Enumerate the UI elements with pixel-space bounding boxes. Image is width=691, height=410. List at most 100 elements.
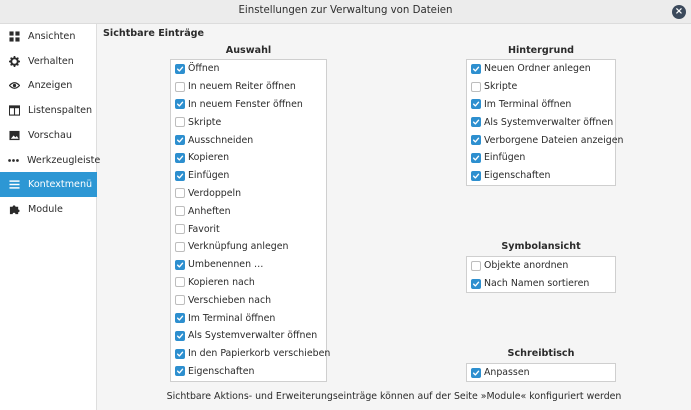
option-label: Nach Namen sortieren: [484, 278, 590, 290]
puzzle-icon: [8, 203, 20, 215]
sidebar-item-label: Listenspalten: [28, 105, 93, 117]
option-label: Anheften: [188, 205, 231, 217]
group-title-auswahl: Auswahl: [225, 45, 272, 56]
sidebar-item-verhalten[interactable]: Verhalten: [0, 49, 97, 74]
checkbox-unchecked[interactable]: [175, 117, 185, 128]
checkbox-checked[interactable]: [471, 63, 481, 74]
option-label: Skripte: [484, 81, 518, 93]
checkbox-unchecked[interactable]: [175, 277, 185, 288]
close-button[interactable]: ×: [672, 5, 686, 19]
group-title-schreibtisch: Schreibtisch: [507, 348, 575, 359]
checkbox-unchecked[interactable]: [175, 188, 185, 199]
option-symbolansicht-nach-namen-sortieren[interactable]: Nach Namen sortieren: [467, 275, 615, 293]
option-auswahl-umbenennen[interactable]: Umbenennen …: [171, 256, 326, 274]
option-auswahl-einfugen[interactable]: Einfügen: [171, 167, 326, 185]
checkbox-checked[interactable]: [471, 117, 481, 128]
checkbox-checked[interactable]: [471, 170, 481, 181]
checkbox-checked[interactable]: [175, 63, 185, 74]
sidebar-item-werkzeugleiste[interactable]: Werkzeugleiste: [0, 148, 101, 173]
checkbox-checked[interactable]: [175, 313, 185, 324]
checkbox-checked[interactable]: [471, 135, 481, 146]
option-schreibtisch-anpassen[interactable]: Anpassen: [467, 364, 615, 382]
checkbox-checked[interactable]: [175, 259, 185, 270]
option-auswahl-kopieren[interactable]: Kopieren: [171, 149, 326, 167]
sidebar-item-kontextmenu[interactable]: Kontextmenü: [0, 172, 97, 198]
option-auswahl-in-neuem-fenster-offnen[interactable]: In neuem Fenster öffnen: [171, 96, 326, 114]
option-auswahl-verschieben-nach[interactable]: Verschieben nach: [171, 291, 326, 309]
option-label: In den Papierkorb verschieben: [188, 348, 331, 360]
checkbox-unchecked[interactable]: [175, 206, 185, 217]
option-label: Einfügen: [484, 152, 526, 164]
checkbox-checked[interactable]: [175, 366, 185, 377]
option-label: Eigenschaften: [188, 365, 255, 377]
option-label: Verdoppeln: [188, 187, 242, 199]
sidebar-item-label: Ansichten: [28, 31, 76, 42]
option-auswahl-anheften[interactable]: Anheften: [171, 202, 326, 220]
option-auswahl-ausschneiden[interactable]: Ausschneiden: [171, 131, 326, 149]
option-auswahl-in-neuem-reiter-offnen[interactable]: In neuem Reiter öffnen: [171, 78, 326, 96]
footer-note: Sichtbare Aktions- und Erweiterungseintr…: [166, 391, 622, 402]
sidebar-item-label: Vorschau: [28, 129, 72, 141]
checkbox-checked[interactable]: [175, 330, 185, 341]
option-auswahl-verdoppeln[interactable]: Verdoppeln: [171, 185, 326, 203]
option-auswahl-skripte[interactable]: Skripte: [171, 113, 326, 131]
option-label: Anpassen: [484, 367, 530, 379]
option-hintergrund-einfugen[interactable]: Einfügen: [467, 149, 615, 167]
option-hintergrund-im-terminal-offnen[interactable]: Im Terminal öffnen: [467, 96, 615, 114]
image-icon: [8, 129, 20, 141]
checkbox-unchecked[interactable]: [471, 260, 481, 271]
checkbox-checked[interactable]: [471, 152, 481, 163]
checkbox-unchecked[interactable]: [175, 241, 185, 252]
sidebar-item-listenspalten[interactable]: Listenspalten: [0, 98, 97, 123]
symbolansicht-list: Objekte anordnen Nach Namen sortieren: [466, 256, 616, 293]
option-label: Als Systemverwalter öffnen: [188, 330, 318, 342]
checkbox-checked[interactable]: [471, 99, 481, 110]
option-auswahl-offnen[interactable]: Öffnen: [171, 60, 326, 78]
grid-icon: [8, 31, 20, 43]
option-auswahl-verknupfung-anlegen[interactable]: Verknüpfung anlegen: [171, 238, 326, 256]
option-hintergrund-verborgene-dateien-anzeigen[interactable]: Verborgene Dateien anzeigen: [467, 131, 623, 149]
option-label: Neuen Ordner anlegen: [484, 63, 591, 75]
sidebar-item-module[interactable]: Module: [0, 197, 97, 222]
sidebar-item-vorschau[interactable]: Vorschau: [0, 123, 97, 148]
checkbox-unchecked[interactable]: [175, 81, 185, 92]
option-auswahl-favorit[interactable]: Favorit: [171, 220, 326, 238]
option-auswahl-als-systemverwalter-offnen[interactable]: Als Systemverwalter öffnen: [171, 327, 326, 345]
option-label: Kopieren: [188, 152, 230, 164]
checkbox-unchecked[interactable]: [175, 224, 185, 235]
sidebar-item-ansichten[interactable]: Ansichten: [0, 24, 97, 49]
option-label: Einfügen: [188, 170, 230, 182]
checkbox-unchecked[interactable]: [471, 81, 481, 92]
hintergrund-list: Neuen Ordner anlegen Skripte Im Terminal ö…: [466, 59, 623, 186]
option-hintergrund-als-systemverwalter-offnen[interactable]: Als Systemverwalter öffnen: [467, 113, 615, 131]
checkbox-checked[interactable]: [175, 99, 185, 110]
checkbox-unchecked[interactable]: [175, 295, 185, 306]
checkbox-checked[interactable]: [175, 348, 185, 359]
option-auswahl-kopieren-nach[interactable]: Kopieren nach: [171, 274, 326, 292]
checkbox-checked[interactable]: [175, 170, 185, 181]
sidebar-item-label: Module: [28, 203, 63, 215]
sidebar-item-label: Werkzeugleiste: [27, 154, 101, 166]
option-hintergrund-neuen-ordner-anlegen[interactable]: Neuen Ordner anlegen: [467, 60, 615, 78]
option-hintergrund-eigenschaften[interactable]: Eigenschaften: [467, 167, 615, 185]
checkbox-checked[interactable]: [175, 152, 185, 163]
option-symbolansicht-objekte-anordnen[interactable]: Objekte anordnen: [467, 257, 615, 275]
option-auswahl-im-terminal-offnen[interactable]: Im Terminal öffnen: [171, 309, 326, 327]
option-hintergrund-skripte[interactable]: Skripte: [467, 78, 615, 96]
option-label: In neuem Reiter öffnen: [188, 81, 296, 93]
option-label: In neuem Fenster öffnen: [188, 98, 303, 110]
option-label: Kopieren nach: [188, 276, 255, 288]
dots-icon: [8, 154, 19, 166]
option-auswahl-eigenschaften[interactable]: Eigenschaften: [171, 363, 326, 381]
section-title: Sichtbare Einträge: [103, 28, 205, 39]
checkbox-checked[interactable]: [471, 367, 481, 378]
gear-icon: [8, 55, 20, 67]
checkbox-checked[interactable]: [175, 135, 185, 146]
option-auswahl-in-den-papierkorb-verschieben[interactable]: In den Papierkorb verschieben: [171, 345, 330, 363]
sidebar-item-anzeigen[interactable]: Anzeigen: [0, 73, 97, 98]
checkbox-checked[interactable]: [471, 278, 481, 289]
eye-icon: [8, 80, 20, 92]
option-label: Skripte: [188, 116, 222, 128]
option-label: Öffnen: [188, 63, 220, 75]
columns-icon: [8, 105, 20, 117]
